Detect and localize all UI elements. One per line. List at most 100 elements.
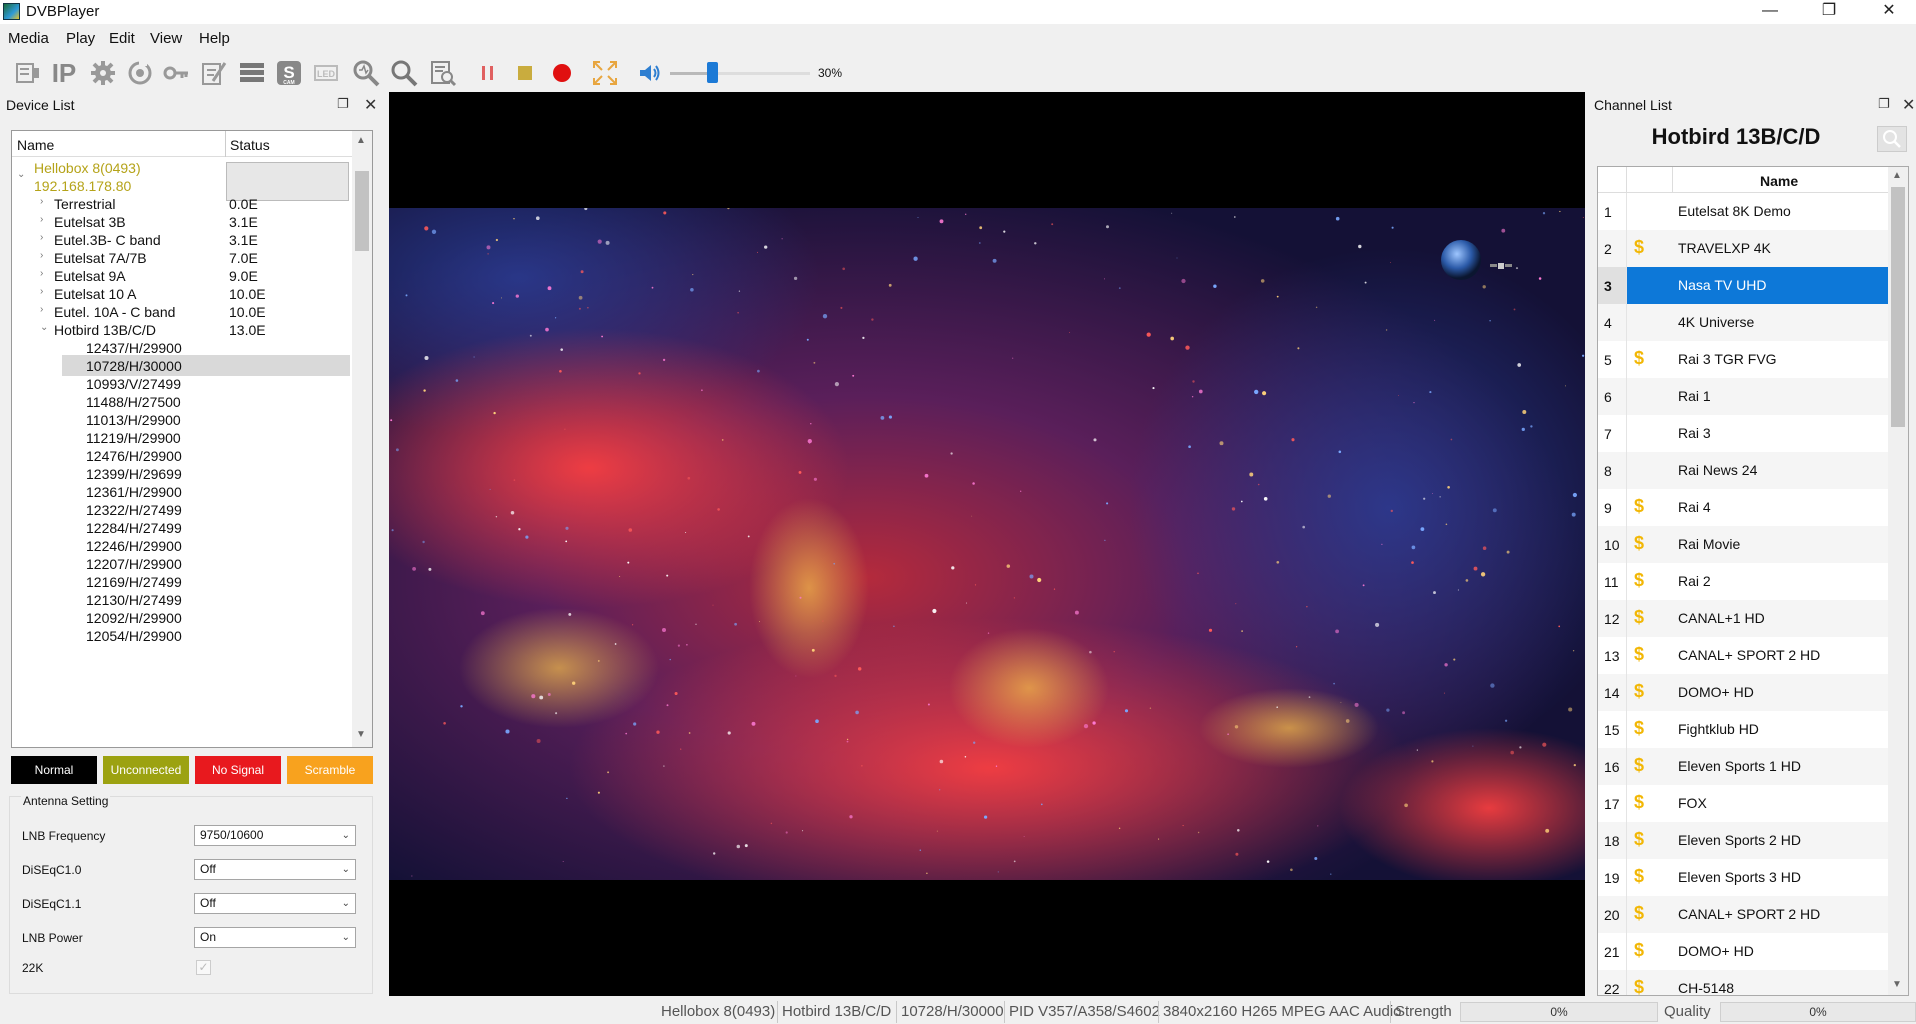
edit-list-icon[interactable] [198,58,228,88]
video-viewport[interactable] [389,92,1585,996]
channel-row[interactable]: 22 $ CH-5148 [1598,970,1888,996]
channel-number: 18 [1604,833,1620,849]
chevron-right-icon[interactable]: › [40,268,43,279]
scrambled-coin-icon: $ [1634,977,1645,996]
channel-row[interactable]: 18 $ Eleven Sports 2 HD [1598,822,1888,859]
channel-row[interactable]: 3 Nasa TV UHD [1598,267,1888,304]
chevron-right-icon[interactable]: › [40,196,43,207]
restore-button[interactable]: ❐ [1806,0,1852,24]
menu-media[interactable]: Media [8,30,49,47]
menu-edit[interactable]: Edit [109,30,135,47]
channel-number: 12 [1604,611,1620,627]
channel-row[interactable]: 2 $ TRAVELXP 4K [1598,230,1888,267]
lnb-icon[interactable] [13,58,43,88]
channel-list-float-icon[interactable]: ❐ [1878,96,1890,112]
satellite-status: 13.0E [229,322,266,338]
channel-row[interactable]: 7 Rai 3 [1598,415,1888,452]
k22-checkbox[interactable]: ✓ [196,960,211,975]
channel-row[interactable]: 12 $ CANAL+1 HD [1598,600,1888,637]
device-list-float-icon[interactable]: ❐ [337,96,349,112]
column-separator [1626,933,1627,970]
scrambled-coin-icon: $ [1634,866,1645,886]
channel-row[interactable]: 4 4K Universe [1598,304,1888,341]
volume-slider-thumb[interactable] [707,62,718,83]
stop-icon[interactable] [510,58,540,88]
volume-icon[interactable] [634,58,664,88]
status-separator [777,1001,778,1023]
channel-name: Fightklub HD [1678,721,1759,737]
led-icon[interactable]: LED [311,58,341,88]
channel-search-button[interactable] [1877,126,1907,152]
strength-meter: 0% [1460,1002,1658,1022]
lnb-frequency-select[interactable]: 9750/10600 ⌄ [194,825,356,846]
channel-row[interactable]: 14 $ DOMO+ HD [1598,674,1888,711]
refresh-circle-icon[interactable] [125,58,155,88]
chevron-right-icon[interactable]: › [40,286,43,297]
column-separator [1626,526,1627,563]
channel-row[interactable]: 17 $ FOX [1598,785,1888,822]
diseqc10-select[interactable]: Off ⌄ [194,859,356,880]
close-window-button[interactable]: ✕ [1866,0,1912,24]
scroll-up-icon[interactable]: ▲ [1892,170,1902,181]
device-tree-scroll-thumb[interactable] [355,171,369,251]
record-icon[interactable] [547,58,577,88]
cam-icon[interactable]: S CAM [274,58,304,88]
channel-name: Rai News 24 [1678,462,1758,478]
antenna-setting-title: Antenna Setting [21,794,111,808]
channel-row[interactable]: 15 $ Fightklub HD [1598,711,1888,748]
diseqc11-value: Off [200,896,216,910]
chevron-right-icon[interactable]: › [40,214,43,225]
menu-help[interactable]: Help [199,30,230,47]
channel-row[interactable]: 8 Rai News 24 [1598,452,1888,489]
channel-table-header: Name [1598,167,1888,193]
channel-row[interactable]: 20 $ CANAL+ SPORT 2 HD [1598,896,1888,933]
channel-name: 4K Universe [1678,314,1755,330]
pause-icon[interactable] [473,58,503,88]
server-icon[interactable] [237,58,267,88]
status-separator [1158,1001,1159,1023]
chevron-down-icon[interactable]: ⌄ [40,322,48,333]
scan-search-icon[interactable] [351,58,381,88]
scroll-down-icon[interactable]: ▼ [356,729,366,740]
channel-name: Eleven Sports 2 HD [1678,832,1801,848]
device-tree-rows: ⌄ Hellobox 8(0493) 192.168.178.80 › Terrestr… [12,131,352,747]
channel-row[interactable]: 19 $ Eleven Sports 3 HD [1598,859,1888,896]
key-icon[interactable] [161,58,191,88]
chevron-right-icon[interactable]: › [40,250,43,261]
channel-row[interactable]: 11 $ Rai 2 [1598,563,1888,600]
channel-table[interactable]: Name 1 Eutelsat 8K Demo 2 $ TRAVELXP 4K 3 Nasa… [1597,166,1909,996]
minimize-button[interactable]: — [1747,0,1793,24]
scroll-down-icon[interactable]: ▼ [1892,979,1902,990]
fullscreen-icon[interactable] [590,58,620,88]
ip-button[interactable]: IP [49,58,79,88]
search-icon[interactable] [389,58,419,88]
menu-play[interactable]: Play [66,30,95,47]
channel-row[interactable]: 5 $ Rai 3 TGR FVG [1598,341,1888,378]
channel-column-name[interactable]: Name [1760,173,1798,189]
lnb-power-select[interactable]: On ⌄ [194,927,356,948]
chevron-down-icon[interactable]: ⌄ [17,169,25,180]
column-separator [1626,859,1627,896]
channel-row[interactable]: 6 Rai 1 [1598,378,1888,415]
lnb-frequency-label: LNB Frequency [22,829,106,843]
channel-row[interactable]: 9 $ Rai 4 [1598,489,1888,526]
chevron-right-icon[interactable]: › [40,304,43,315]
chevron-down-icon: ⌄ [341,898,350,909]
channel-scroll-thumb[interactable] [1891,187,1905,427]
channel-list-close-icon[interactable]: ✕ [1902,95,1915,115]
device-list-close-icon[interactable]: ✕ [364,95,377,115]
search-list-icon[interactable] [428,58,458,88]
channel-row[interactable]: 1 Eutelsat 8K Demo [1598,193,1888,230]
chevron-right-icon[interactable]: › [40,232,43,243]
channel-row[interactable]: 21 $ DOMO+ HD [1598,933,1888,970]
settings-gear-icon[interactable] [88,58,118,88]
channel-row[interactable]: 16 $ Eleven Sports 1 HD [1598,748,1888,785]
channel-row[interactable]: 10 $ Rai Movie [1598,526,1888,563]
device-tree[interactable]: Name Status ⌄ Hellobox 8(0493) 192.168.178… [11,130,373,748]
channel-row[interactable]: 13 $ CANAL+ SPORT 2 HD [1598,637,1888,674]
diseqc11-select[interactable]: Off ⌄ [194,893,356,914]
transponder-item[interactable]: 12054/H/29900 [86,625,182,647]
column-separator [1626,230,1627,267]
menu-view[interactable]: View [150,30,182,47]
scroll-up-icon[interactable]: ▲ [356,135,366,146]
